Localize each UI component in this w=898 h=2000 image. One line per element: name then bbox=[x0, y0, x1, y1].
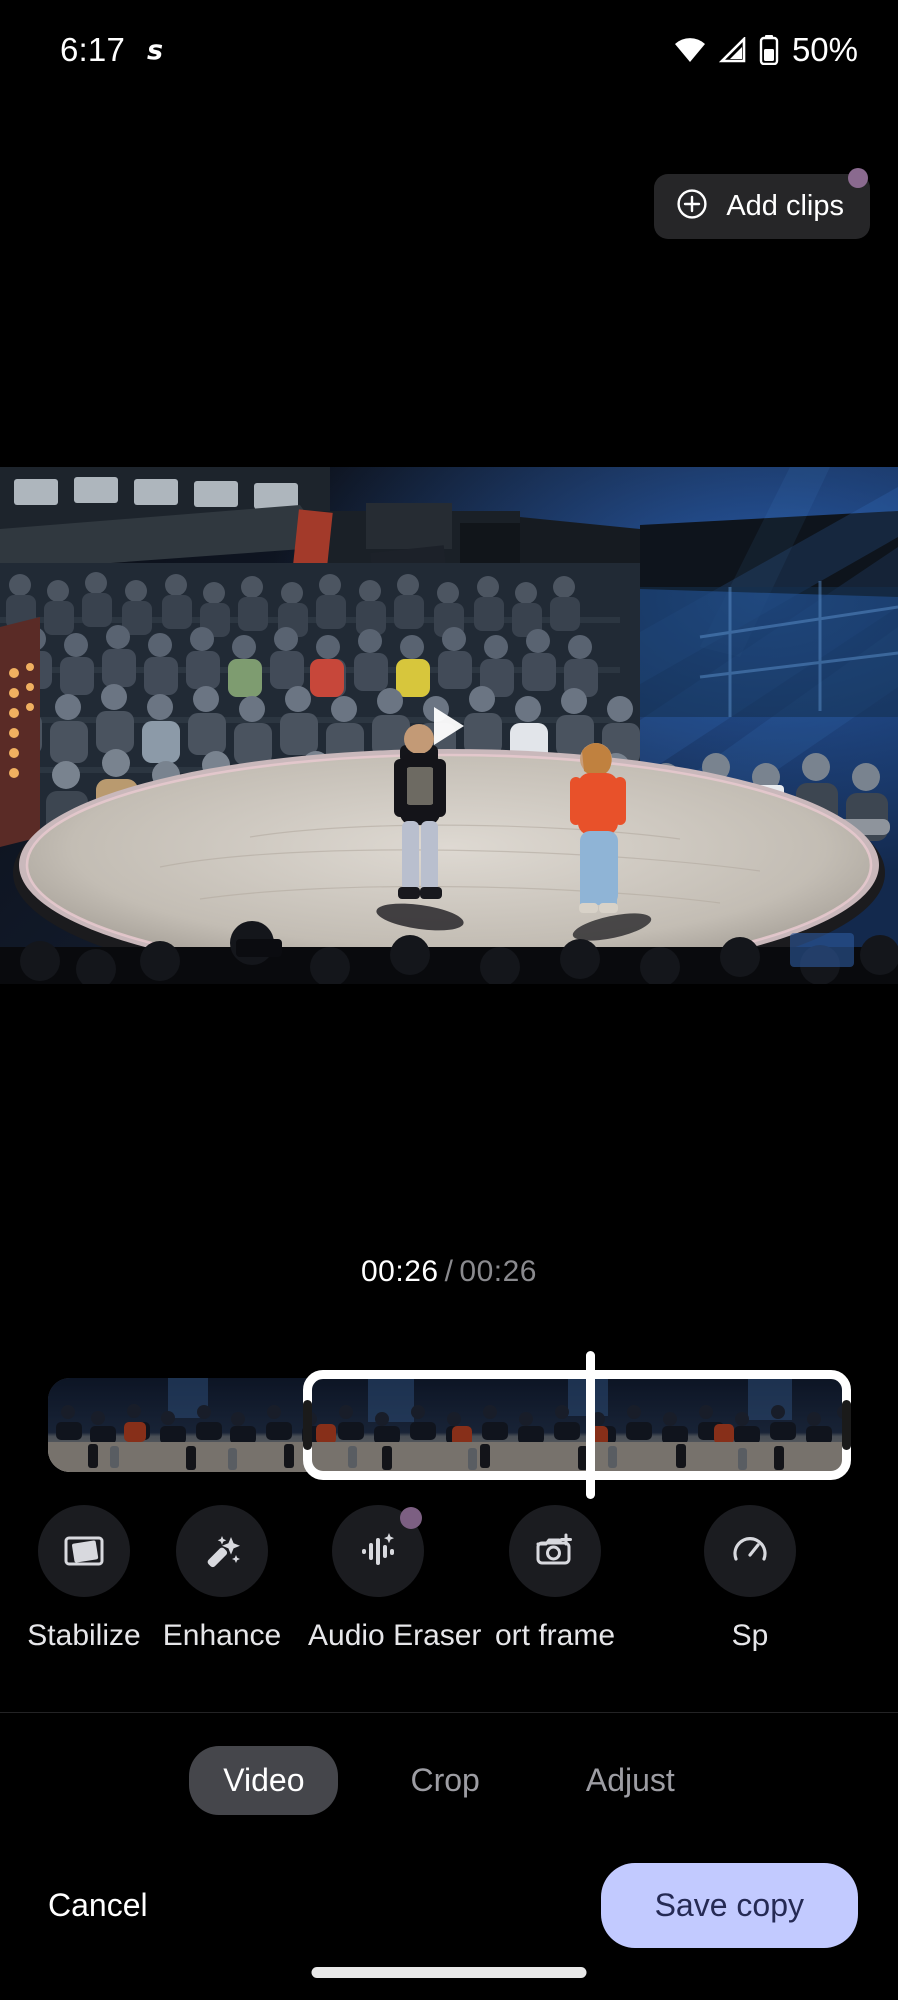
tab-crop[interactable]: Crop bbox=[376, 1746, 513, 1815]
video-preview[interactable] bbox=[0, 467, 898, 984]
play-triangle-icon bbox=[434, 706, 464, 745]
status-bar-left: 6:17 s bbox=[60, 31, 163, 69]
tool-audio-eraser[interactable]: Audio Eraser bbox=[308, 1505, 482, 1653]
speed-icon bbox=[728, 1529, 772, 1573]
playhead-marker[interactable] bbox=[586, 1351, 595, 1499]
battery-percentage: 50% bbox=[791, 31, 858, 68]
tool-speed-label: Sp bbox=[731, 1619, 769, 1652]
audio-eraser-badge-dot bbox=[400, 1507, 422, 1529]
tool-speed-button[interactable] bbox=[704, 1505, 796, 1597]
export-frame-icon bbox=[533, 1529, 577, 1573]
play-button[interactable] bbox=[423, 700, 475, 752]
magic-wand-icon bbox=[200, 1529, 244, 1573]
tool-export-frame-label: ort frame bbox=[494, 1619, 616, 1652]
total-time: 00:26 bbox=[459, 1255, 537, 1288]
tool-export-frame[interactable]: ort frame bbox=[485, 1505, 625, 1653]
tool-audio-eraser-label: Audio Eraser bbox=[308, 1619, 482, 1652]
audio-eraser-icon bbox=[356, 1529, 400, 1573]
video-editor-screen: 6:17 s 50% Add clips 00:26 / 00:26 Stabi… bbox=[0, 0, 898, 2000]
tool-audio-eraser-button[interactable] bbox=[332, 1505, 424, 1597]
playback-time-readout: 00:26/00:26 bbox=[0, 1255, 898, 1289]
tool-tab-divider bbox=[0, 1712, 898, 1713]
plus-circle-icon bbox=[676, 188, 708, 225]
add-clips-container: Add clips bbox=[654, 168, 870, 239]
tool-stabilize-label: Stabilize bbox=[27, 1619, 141, 1652]
skype-app-notification-icon: s bbox=[147, 34, 164, 66]
timeline-filmstrip bbox=[48, 1378, 850, 1472]
add-clips-label: Add clips bbox=[726, 190, 844, 222]
time-separator: / bbox=[444, 1255, 454, 1288]
wifi-icon bbox=[673, 37, 707, 63]
tool-strip[interactable]: Stabilize Enhance Audio Eraser ort frame… bbox=[0, 1505, 898, 1685]
cancel-button[interactable]: Cancel bbox=[40, 1871, 156, 1940]
bottom-action-bar: Cancel Save copy bbox=[0, 1855, 898, 1955]
tool-enhance-button[interactable] bbox=[176, 1505, 268, 1597]
tool-speed[interactable]: Sp bbox=[680, 1505, 820, 1653]
tool-enhance-label: Enhance bbox=[162, 1619, 282, 1652]
cellular-signal-icon bbox=[718, 37, 748, 63]
tab-adjust[interactable]: Adjust bbox=[552, 1746, 709, 1815]
video-timeline[interactable] bbox=[48, 1351, 851, 1499]
add-clips-badge-dot bbox=[848, 168, 868, 188]
timeline-dim-overlay bbox=[48, 1378, 850, 1472]
save-copy-button[interactable]: Save copy bbox=[600, 1862, 858, 1948]
status-bar-right: 50% bbox=[673, 31, 858, 69]
add-clips-button[interactable]: Add clips bbox=[654, 174, 870, 239]
status-bar: 6:17 s 50% bbox=[0, 0, 898, 100]
android-home-indicator[interactable] bbox=[311, 1967, 587, 1978]
tab-video[interactable]: Video bbox=[189, 1745, 339, 1815]
status-bar-clock: 6:17 bbox=[60, 31, 126, 68]
current-time: 00:26 bbox=[361, 1255, 439, 1288]
editor-mode-tabs[interactable]: Video Crop Adjust bbox=[0, 1735, 898, 1825]
tool-export-frame-button[interactable] bbox=[509, 1505, 601, 1597]
battery-icon bbox=[759, 35, 779, 65]
tool-stabilize[interactable]: Stabilize bbox=[14, 1505, 154, 1653]
tool-stabilize-button[interactable] bbox=[38, 1505, 130, 1597]
stabilize-icon bbox=[62, 1529, 106, 1573]
tool-enhance[interactable]: Enhance bbox=[152, 1505, 292, 1653]
